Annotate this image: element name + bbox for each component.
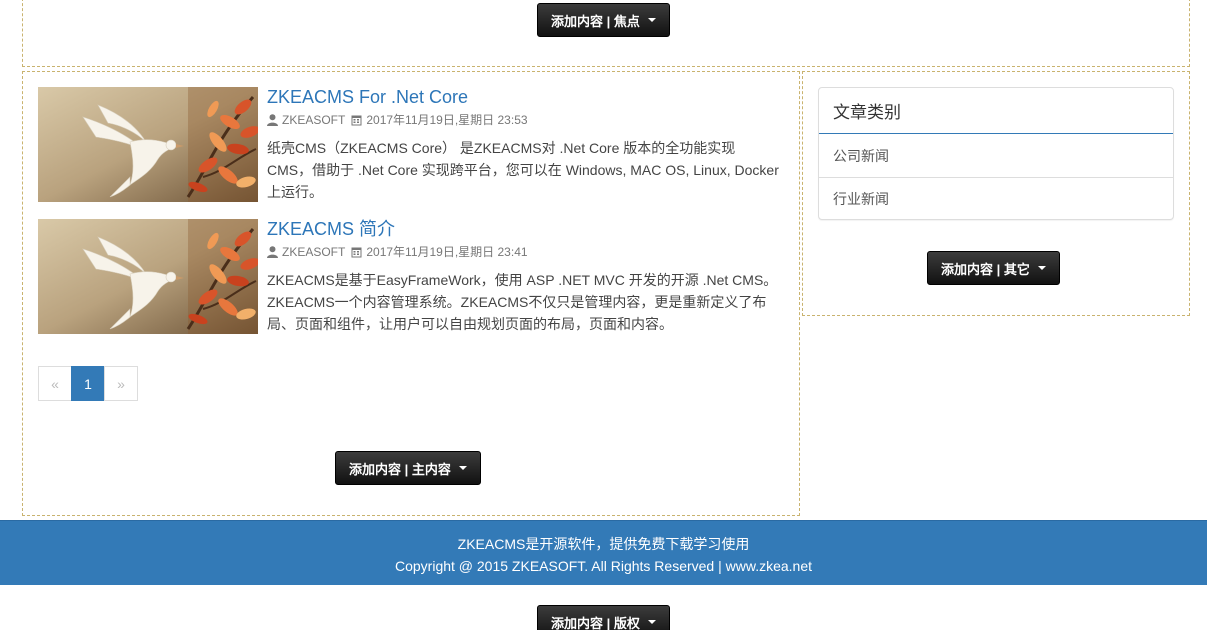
calendar-icon — [351, 115, 362, 126]
pagination-prev[interactable]: « — [38, 366, 72, 401]
calendar-icon — [351, 247, 362, 258]
add-content-other-label: 添加内容 | 其它 — [941, 261, 1030, 277]
article-author: ZKEASOFT — [282, 245, 346, 259]
add-content-focus-button[interactable]: 添加内容 | 焦点 — [537, 3, 670, 37]
category-item-industry-news[interactable]: 行业新闻 — [819, 177, 1173, 220]
site-footer: ZKEACMS是开源软件，提供免费下载学习使用 Copyright @ 2015… — [0, 520, 1207, 585]
add-content-main-button[interactable]: 添加内容 | 主内容 — [335, 451, 481, 485]
caret-down-icon — [458, 466, 467, 470]
article-summary: 纸壳CMS（ZKEACMS Core） 是ZKEACMS对 .Net Core … — [267, 140, 779, 200]
add-content-copyright-label: 添加内容 | 版权 — [551, 615, 640, 630]
article-date: 2017年11月19日,星期日 23:53 — [366, 113, 528, 127]
article-title-link[interactable]: ZKEACMS For .Net Core — [267, 87, 779, 107]
article-date: 2017年11月19日,星期日 23:41 — [366, 245, 528, 259]
user-icon — [267, 114, 278, 126]
caret-down-icon — [647, 18, 656, 22]
pagination-page-1[interactable]: 1 — [71, 366, 105, 401]
article-item: ZKEACMS 简介 ZKEASOFT 2017年11月19日,星期日 23:4… — [38, 219, 783, 335]
pagination: « 1 » — [38, 366, 138, 401]
article-author: ZKEASOFT — [282, 113, 346, 127]
article-meta: ZKEASOFT 2017年11月19日,星期日 23:53 — [267, 112, 779, 128]
add-content-main-label: 添加内容 | 主内容 — [349, 461, 451, 477]
add-content-other-button[interactable]: 添加内容 | 其它 — [927, 251, 1060, 285]
article-summary: ZKEACMS是基于EasyFrameWork，使用 ASP .NET MVC … — [267, 272, 778, 332]
user-icon — [267, 246, 278, 258]
caret-down-icon — [1037, 266, 1046, 270]
footer-line-1: ZKEACMS是开源软件，提供免费下载学习使用 — [457, 536, 750, 552]
article-item: ZKEACMS For .Net Core ZKEASOFT 2017年11月1… — [38, 87, 783, 203]
category-panel-title: 文章类别 — [819, 88, 1173, 134]
add-content-focus-label: 添加内容 | 焦点 — [551, 13, 640, 29]
article-thumbnail[interactable] — [38, 219, 258, 334]
article-title-link[interactable]: ZKEACMS 简介 — [267, 219, 779, 239]
footer-copyright: Copyright @ 2015 ZKEASOFT. All Rights Re… — [394, 558, 813, 574]
add-content-copyright-button[interactable]: 添加内容 | 版权 — [537, 605, 670, 630]
pagination-next[interactable]: » — [104, 366, 138, 401]
focus-zone: 添加内容 | 焦点 — [22, 0, 1190, 67]
article-thumbnail[interactable] — [38, 87, 258, 202]
category-panel: 文章类别 公司新闻 行业新闻 — [818, 87, 1174, 220]
article-meta: ZKEASOFT 2017年11月19日,星期日 23:41 — [267, 244, 779, 260]
category-item-company-news[interactable]: 公司新闻 — [819, 134, 1173, 177]
caret-down-icon — [647, 620, 656, 624]
